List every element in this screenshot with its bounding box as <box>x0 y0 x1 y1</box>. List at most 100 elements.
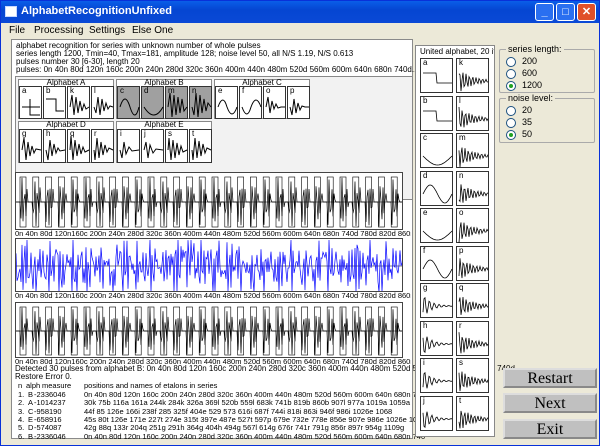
menu-processing[interactable]: Processing <box>34 25 83 36</box>
radio-button[interactable] <box>506 56 516 67</box>
title-bar[interactable]: AlphabetRecognitionUnfixed _ □ ✕ <box>1 1 599 23</box>
united-etalon-letter: m <box>459 133 466 142</box>
etalon-letter: n <box>192 86 197 95</box>
united-etalon-cell: l <box>456 95 489 131</box>
united-etalon-letter: e <box>423 208 428 217</box>
etalon-letter: f <box>242 86 245 95</box>
noise-level-50[interactable]: 50 <box>506 129 532 140</box>
united-etalon-letter: f <box>423 245 426 255</box>
united-etalon-cell: t <box>456 395 489 431</box>
etalon-letter: a <box>22 86 27 95</box>
series-length-200[interactable]: 200 <box>506 56 537 67</box>
source-signal-plot <box>15 172 403 230</box>
etalon-letter: r <box>94 129 97 138</box>
alphabet-b-group[interactable]: Alphabet B c d m n <box>116 79 212 119</box>
signal-axis-middle: 0n 40n 80d 120n160c 200n 240n 280d 320c … <box>15 291 411 300</box>
result-alph: D <box>28 423 34 433</box>
etalon-frame: d <box>141 86 164 119</box>
united-etalon-letter: n <box>459 170 464 180</box>
united-etalon-letter: h <box>423 320 428 330</box>
united-etalon-letter: c <box>423 133 427 142</box>
radio-button[interactable] <box>506 117 516 128</box>
restart-button[interactable]: Restart <box>503 368 597 388</box>
etalon-frame: k <box>67 86 90 119</box>
etalon-frame: r <box>91 129 114 163</box>
maximize-button[interactable]: □ <box>556 3 575 21</box>
next-button[interactable]: Next <box>503 393 597 413</box>
alphabet-c-group[interactable]: Alphabet C e f o p <box>214 79 310 119</box>
noise-level-title: noise level: <box>506 93 556 103</box>
series-length-title: series length: <box>506 44 564 54</box>
result-n: 6. <box>18 431 25 441</box>
united-etalon-cell: j <box>420 395 453 431</box>
window-title: AlphabetRecognitionUnfixed <box>21 5 172 17</box>
united-etalon-cell: s <box>456 358 489 393</box>
result-measure: -2336046 <box>34 431 66 441</box>
noisy-signal-plot <box>15 238 403 292</box>
united-etalon-waveform <box>458 106 489 127</box>
minimize-button[interactable]: _ <box>535 3 554 21</box>
etalon-frame: s <box>165 129 188 163</box>
etalon-frame: q <box>67 129 90 163</box>
united-etalon-cell: g <box>420 283 453 318</box>
etalon-letter: l <box>94 86 96 95</box>
united-etalon-letter: j <box>423 395 425 405</box>
united-etalon-letter: t <box>459 395 462 405</box>
etalon-frame: j <box>141 129 164 163</box>
united-etalon-letter: g <box>423 283 428 292</box>
radio-button[interactable] <box>506 129 516 140</box>
etalon-frame: t <box>189 129 212 163</box>
etalon-letter: e <box>218 86 223 95</box>
alphabet-d-group[interactable]: Alphabet D g h q r <box>18 121 114 163</box>
radio-button[interactable] <box>506 80 516 91</box>
united-etalon-letter: s <box>459 358 463 367</box>
etalon-letter: g <box>22 129 27 138</box>
alphabet-a-group[interactable]: Alphabet A a b k l <box>18 79 114 119</box>
radio-label: 20 <box>522 105 533 115</box>
etalon-letter: b <box>46 86 51 95</box>
result-alph: B <box>28 431 34 441</box>
united-etalon-waveform <box>458 410 489 428</box>
etalon-letter: t <box>192 129 195 138</box>
etalon-frame: f <box>239 86 262 119</box>
noise-level-35[interactable]: 35 <box>506 117 532 128</box>
result-measure: -574087 <box>34 423 62 433</box>
restored-signal-trace <box>16 306 402 356</box>
united-etalon-letter: a <box>423 58 428 67</box>
menu-bar: File Processing Settings Else One <box>1 23 599 39</box>
series-length-1200[interactable]: 1200 <box>506 80 542 91</box>
menu-file[interactable]: File <box>9 25 25 36</box>
etalon-letter: m <box>168 86 175 95</box>
app-icon <box>5 6 17 17</box>
app-window: AlphabetRecognitionUnfixed _ □ ✕ File Pr… <box>0 0 600 446</box>
united-etalon-letter: o <box>459 208 464 217</box>
radio-label: 200 <box>522 56 538 66</box>
radio-label: 35 <box>522 117 533 127</box>
etalon-letter: i <box>120 129 122 138</box>
menu-else-one[interactable]: Else One <box>132 25 173 36</box>
series-length-600[interactable]: 600 <box>506 68 537 79</box>
united-etalon-cell: i <box>420 358 453 393</box>
united-alphabet-panel: United alphabet, 20 iter a k b l c m d n e o f p g q h… <box>415 45 495 437</box>
united-etalon-letter: l <box>459 95 461 105</box>
col-n: n <box>18 381 23 390</box>
radio-button[interactable] <box>506 68 516 79</box>
etalon-frame: c <box>117 86 140 119</box>
etalon-letter: j <box>144 129 146 138</box>
col-alph: alph <box>26 381 41 390</box>
close-button[interactable]: ✕ <box>577 3 596 21</box>
radio-button[interactable] <box>506 105 516 116</box>
etalon-frame: b <box>43 86 66 119</box>
etalon-letter: c <box>120 86 124 95</box>
menu-settings[interactable]: Settings <box>89 25 125 36</box>
noisy-signal-trace <box>16 239 402 291</box>
alphabet-e-group[interactable]: Alphabet E i j s t <box>116 121 212 163</box>
noise-level-group: noise level: 20 35 50 <box>499 93 595 143</box>
united-etalon-cell: n <box>456 170 489 206</box>
united-etalon-letter: q <box>459 283 464 292</box>
united-etalon-cell: q <box>456 283 489 318</box>
radio-label: 50 <box>522 129 533 139</box>
noise-level-20[interactable]: 20 <box>506 105 532 116</box>
exit-button[interactable]: Exit <box>503 419 597 439</box>
etalon-letter: o <box>266 86 271 95</box>
